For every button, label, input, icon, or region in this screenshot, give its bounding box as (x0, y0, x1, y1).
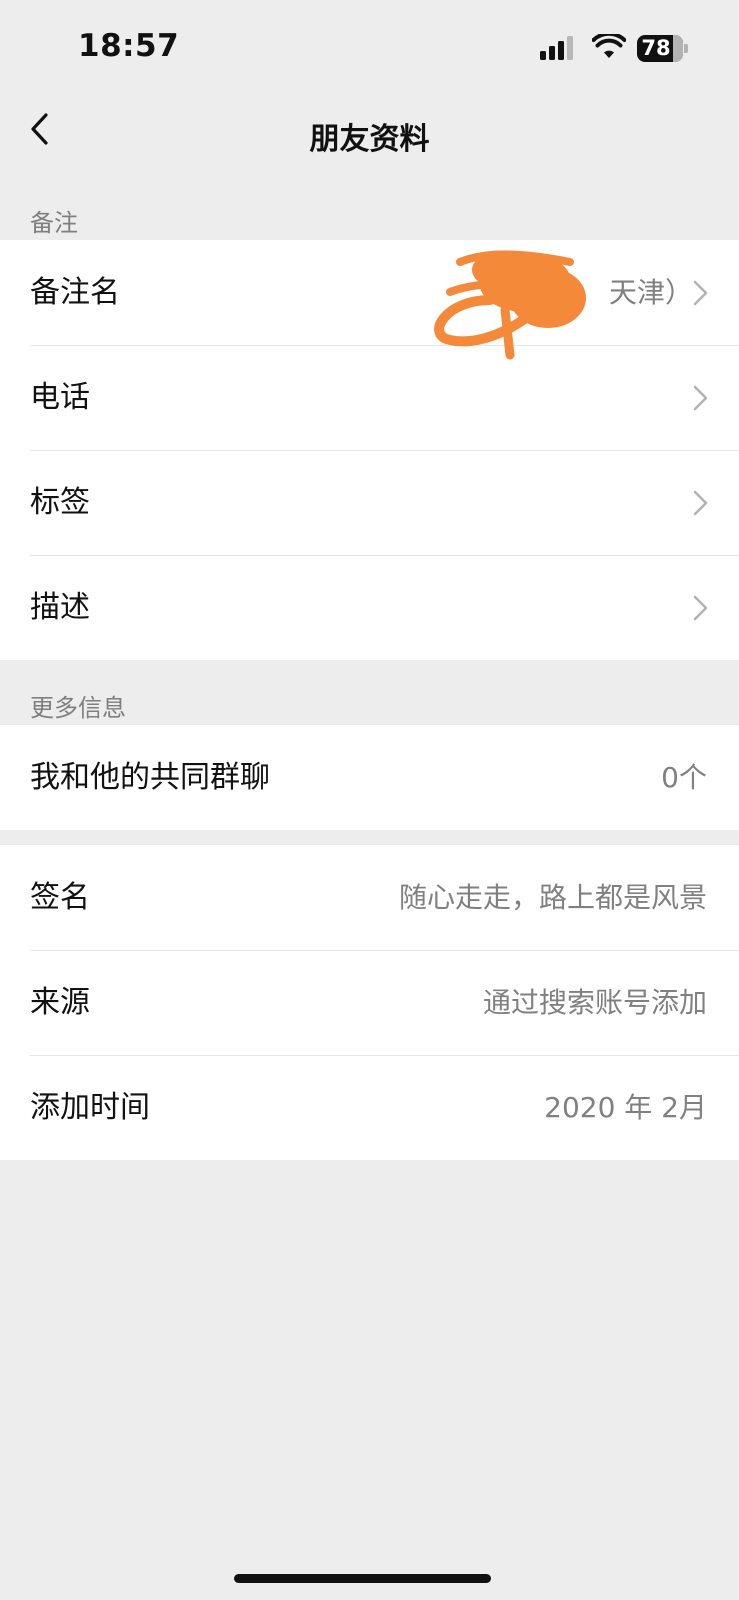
common-groups-group: 我和他的共同群聊 0个 (0, 725, 739, 830)
chevron-right-icon (693, 595, 708, 621)
row-label: 添加时间 (30, 1090, 150, 1125)
row-source: 来源 通过搜索账号添加 (0, 950, 739, 1055)
chevron-right-icon (693, 385, 708, 411)
row-label: 签名 (30, 880, 90, 915)
row-value: 通过搜索账号添加 (482, 986, 707, 1019)
status-time: 18:57 (78, 28, 180, 64)
remark-group: 备注名 天津） 电话 标签 描述 (0, 240, 739, 660)
battery-icon: 78 (637, 35, 689, 62)
row-label: 电话 (30, 380, 90, 415)
row-label: 描述 (30, 590, 90, 625)
row-label: 备注名 (30, 275, 120, 310)
row-value: 天津） (608, 276, 693, 309)
chevron-right-icon (693, 490, 708, 516)
section-header-remark: 备注 (30, 209, 78, 237)
chevron-right-icon (693, 280, 708, 306)
page-title: 朋友资料 (309, 122, 430, 157)
row-tags[interactable]: 标签 (0, 450, 739, 555)
row-common-groups[interactable]: 我和他的共同群聊 0个 (0, 725, 739, 830)
wifi-icon (592, 34, 626, 58)
row-value: 0个 (661, 761, 707, 794)
row-label: 来源 (30, 985, 90, 1020)
row-phone[interactable]: 电话 (0, 345, 739, 450)
redaction-scribble (434, 250, 586, 360)
more-info-group: 签名 随心走走，路上都是风景 来源 通过搜索账号添加 添加时间 2020 年 2… (0, 845, 739, 1160)
home-indicator[interactable] (234, 1574, 491, 1583)
row-label: 标签 (30, 485, 90, 520)
row-label: 我和他的共同群聊 (30, 760, 270, 795)
row-remark-name[interactable]: 备注名 天津） (0, 240, 739, 345)
battery-level: 78 (641, 36, 671, 60)
row-value: 2020 年 2月 (544, 1091, 707, 1124)
section-header-more: 更多信息 (30, 694, 126, 722)
row-value: 随心走走，路上都是风景 (398, 881, 707, 914)
row-signature: 签名 随心走走，路上都是风景 (0, 845, 739, 950)
status-bar: 18:57 78 (0, 0, 739, 96)
nav-bar: 朋友资料 (0, 96, 739, 170)
row-add-time: 添加时间 2020 年 2月 (0, 1055, 739, 1160)
signal-icon (540, 36, 574, 60)
row-description[interactable]: 描述 (0, 555, 739, 660)
